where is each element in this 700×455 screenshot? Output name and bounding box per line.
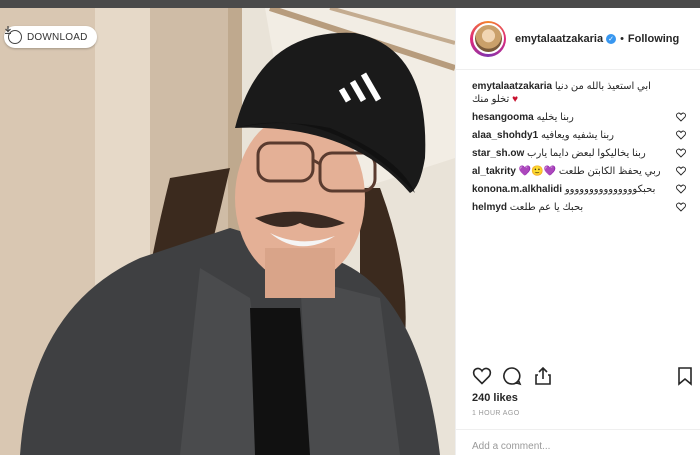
comment-item: star_sh.ow ربنا يخاليكوا لبعض دايما يارب bbox=[472, 147, 686, 160]
caption-username[interactable]: emytalaatzakaria bbox=[472, 81, 552, 92]
comment-text: ربنا يخليه bbox=[536, 112, 574, 123]
download-label: DOWNLOAD bbox=[27, 31, 88, 43]
post-time[interactable]: 1 HOUR AGO bbox=[472, 410, 520, 417]
add-comment-input[interactable]: Add a comment... bbox=[456, 429, 700, 455]
comment-bubble-icon[interactable] bbox=[502, 366, 522, 386]
heart-outline-icon[interactable] bbox=[472, 366, 492, 386]
bookmark-icon[interactable] bbox=[676, 366, 694, 386]
comment-text: بحبك يا عم طلعت bbox=[509, 202, 584, 213]
comment-list: emytalaatzakaria ابي استعيذ بالله من دني… bbox=[456, 70, 700, 368]
browser-top-strip bbox=[0, 0, 700, 8]
photo-illustration bbox=[0, 8, 455, 455]
comment-item: konona.m.alkhalidi بحبكووووووووووووووو bbox=[472, 183, 686, 196]
heart-outline-icon[interactable] bbox=[676, 184, 686, 194]
comment-item: helmyd بحبك يا عم طلعت bbox=[472, 201, 686, 214]
heart-outline-icon[interactable] bbox=[676, 148, 686, 158]
comment-item: al_takrity ربي يحفظ الكابتن طلعت 💜🙂💜 bbox=[472, 165, 686, 178]
separator-dot: • bbox=[620, 32, 624, 45]
post-sidebar: emytalaatzakaria ✓ • Following emytalaat… bbox=[455, 8, 700, 455]
download-icon bbox=[5, 26, 22, 44]
likes-count[interactable]: 240 likes bbox=[472, 392, 518, 404]
comment-username[interactable]: konona.m.alkhalidi bbox=[472, 184, 562, 195]
comment-text: ربنا يشفيه ويعافيه bbox=[540, 130, 614, 141]
share-icon[interactable] bbox=[533, 366, 553, 386]
comment-item: hesangooma ربنا يخليه bbox=[472, 111, 686, 124]
comment-text: ربي يحفظ الكابتن طلعت 💜🙂💜 bbox=[518, 166, 661, 177]
comment-username[interactable]: hesangooma bbox=[472, 112, 534, 123]
comment-item: alaa_shohdy1 ربنا يشفيه ويعافيه bbox=[472, 129, 686, 142]
heart-emoji-icon: ♥ bbox=[512, 94, 519, 105]
comment-text: ربنا يخاليكوا لبعض دايما يارب bbox=[527, 148, 646, 159]
following-button[interactable]: Following bbox=[628, 33, 679, 45]
heart-outline-icon[interactable] bbox=[676, 166, 686, 176]
comment-text: بحبكووووووووووووووو bbox=[564, 184, 656, 195]
author-avatar[interactable] bbox=[470, 20, 506, 57]
author-username[interactable]: emytalaatzakaria bbox=[515, 33, 603, 45]
post-header: emytalaatzakaria ✓ • Following bbox=[456, 8, 700, 70]
comment-username[interactable]: al_takrity bbox=[472, 166, 516, 177]
comment-username[interactable]: star_sh.ow bbox=[472, 148, 524, 159]
heart-outline-icon[interactable] bbox=[676, 202, 686, 212]
caption: emytalaatzakaria ابي استعيذ بالله من دني… bbox=[472, 80, 686, 106]
heart-outline-icon[interactable] bbox=[676, 112, 686, 122]
verified-badge-icon: ✓ bbox=[606, 33, 617, 44]
post-photo[interactable]: DOWNLOAD bbox=[0, 8, 455, 455]
comment-username[interactable]: alaa_shohdy1 bbox=[472, 130, 538, 141]
comment-username[interactable]: helmyd bbox=[472, 202, 507, 213]
download-button[interactable]: DOWNLOAD bbox=[4, 26, 97, 48]
heart-outline-icon[interactable] bbox=[676, 130, 686, 140]
